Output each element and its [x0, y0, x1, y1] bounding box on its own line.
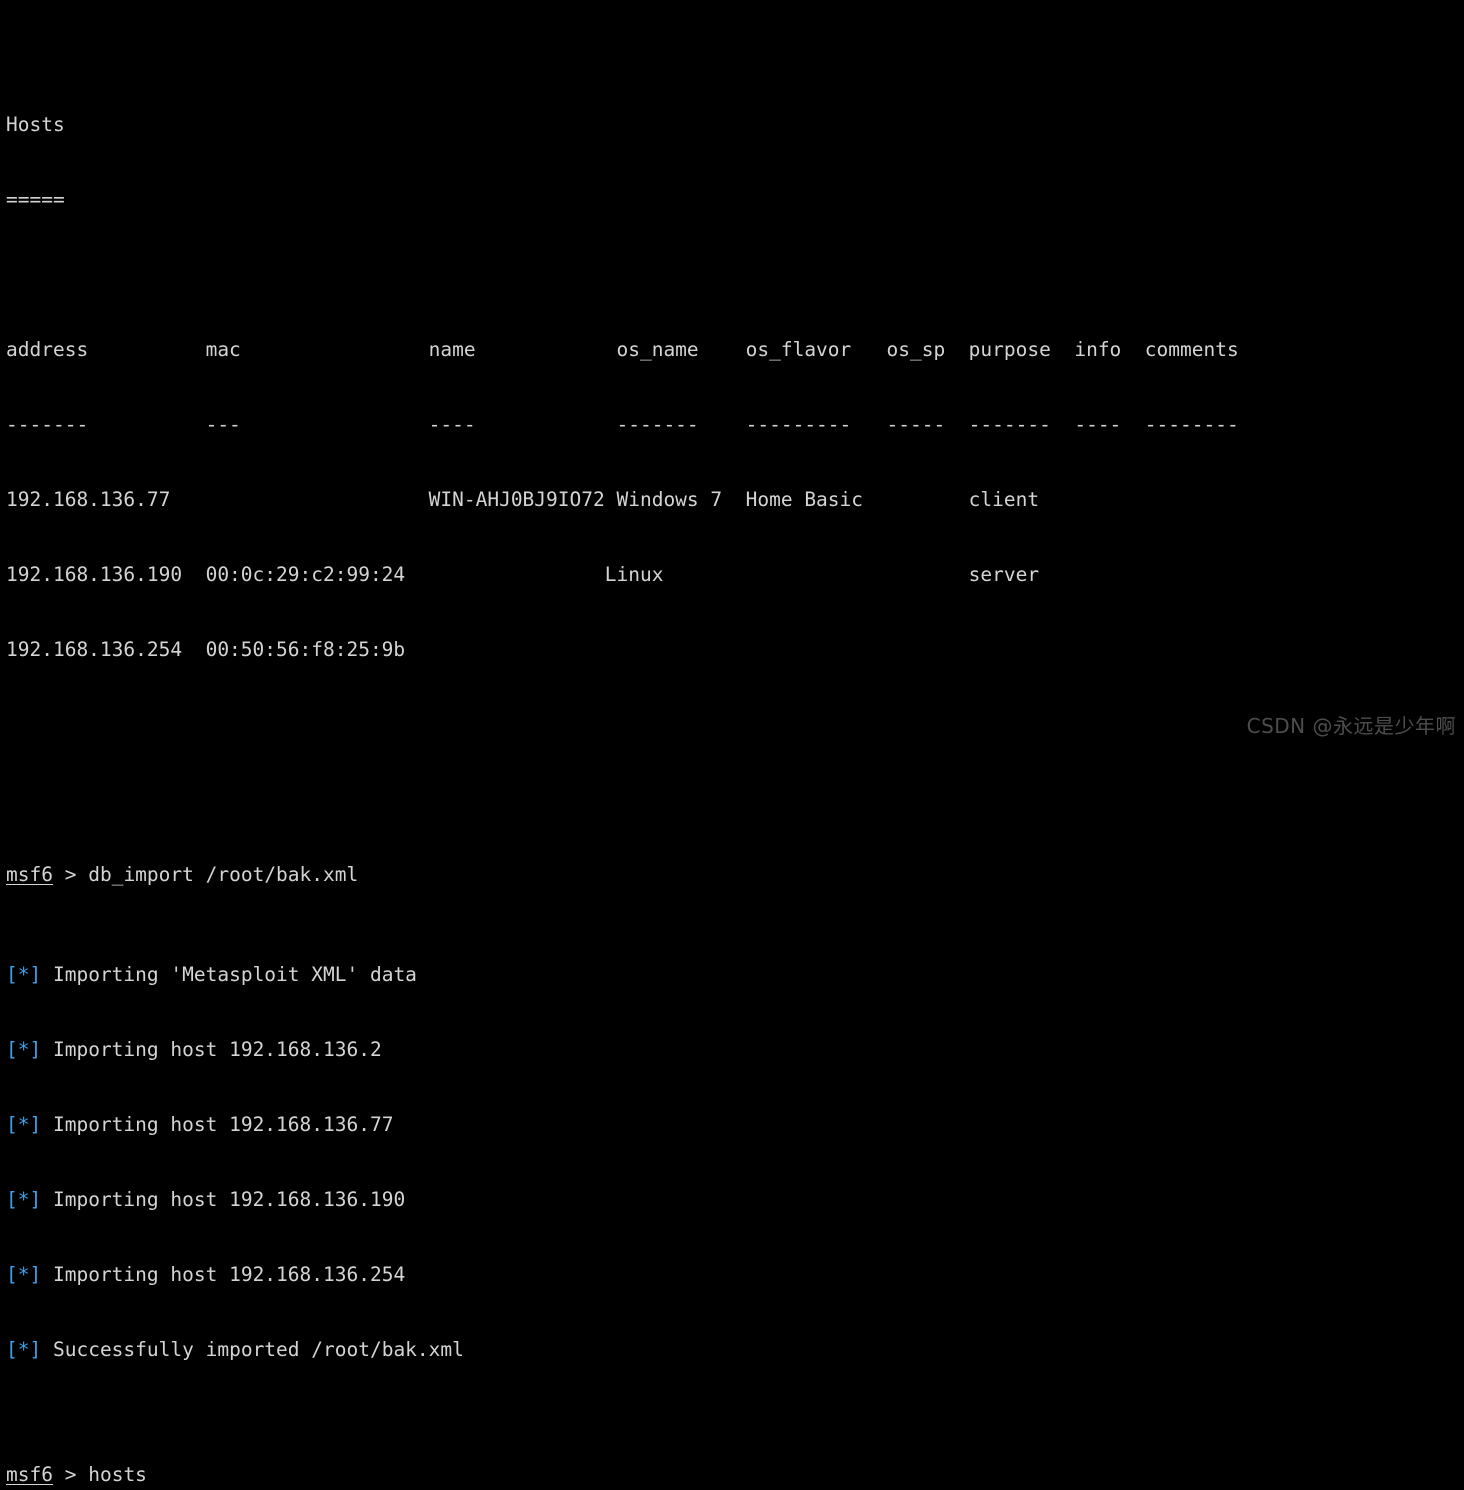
status-text: Importing host 192.168.136.2 [52, 1038, 382, 1061]
status-text: Importing 'Metasploit XML' data [52, 963, 417, 986]
status-marker: [*] [6, 1038, 42, 1061]
command-line-db-import[interactable]: msf6 > db_import /root/bak.xml [6, 862, 1464, 887]
status-text: Importing host 192.168.136.190 [52, 1188, 406, 1211]
status-line: [*] Importing host 192.168.136.254 [6, 1262, 1464, 1287]
prompt-host: msf6 [6, 1463, 53, 1486]
status-marker: [*] [6, 1113, 42, 1136]
command-line-hosts[interactable]: msf6 > hosts [6, 1462, 1464, 1487]
status-line: [*] Importing host 192.168.136.2 [6, 1037, 1464, 1062]
prompt-caret: > [64, 863, 77, 886]
status-marker: [*] [6, 963, 42, 986]
table-row: 192.168.136.77 WIN-AHJ0BJ9IO72 Windows 7… [6, 488, 1040, 511]
status-marker: [*] [6, 1188, 42, 1211]
status-text: Importing host 192.168.136.77 [52, 1113, 394, 1136]
status-text: Successfully imported /root/bak.xml [52, 1338, 464, 1361]
command-text: db_import /root/bak.xml [88, 863, 359, 886]
prompt-host: msf6 [6, 863, 53, 886]
hosts-table-header-top: address mac name os_name os_flavor os_sp… [6, 338, 1239, 361]
hosts-heading-underline-top: ===== [6, 188, 65, 211]
csdn-watermark: CSDN @永远是少年啊 [1246, 714, 1456, 738]
prompt-caret: > [64, 1463, 77, 1486]
table-row: 192.168.136.254 00:50:56:f8:25:9b [6, 638, 406, 661]
status-line: [*] Importing host 192.168.136.190 [6, 1187, 1464, 1212]
status-text: Importing host 192.168.136.254 [52, 1263, 406, 1286]
hosts-heading-top: Hosts [6, 113, 65, 136]
hosts-table-rule-top: ------- --- ---- ------- --------- -----… [6, 413, 1239, 436]
table-row: 192.168.136.190 00:0c:29:c2:99:24 Linux … [6, 563, 1040, 586]
status-line: [*] Successfully imported /root/bak.xml [6, 1337, 1464, 1362]
command-text: hosts [88, 1463, 147, 1486]
status-line: [*] Importing 'Metasploit XML' data [6, 962, 1464, 987]
status-line: [*] Importing host 192.168.136.77 [6, 1112, 1464, 1137]
status-marker: [*] [6, 1263, 42, 1286]
terminal-window[interactable]: Hosts ===== address mac name os_name os_… [0, 0, 1464, 1486]
status-marker: [*] [6, 1338, 42, 1361]
